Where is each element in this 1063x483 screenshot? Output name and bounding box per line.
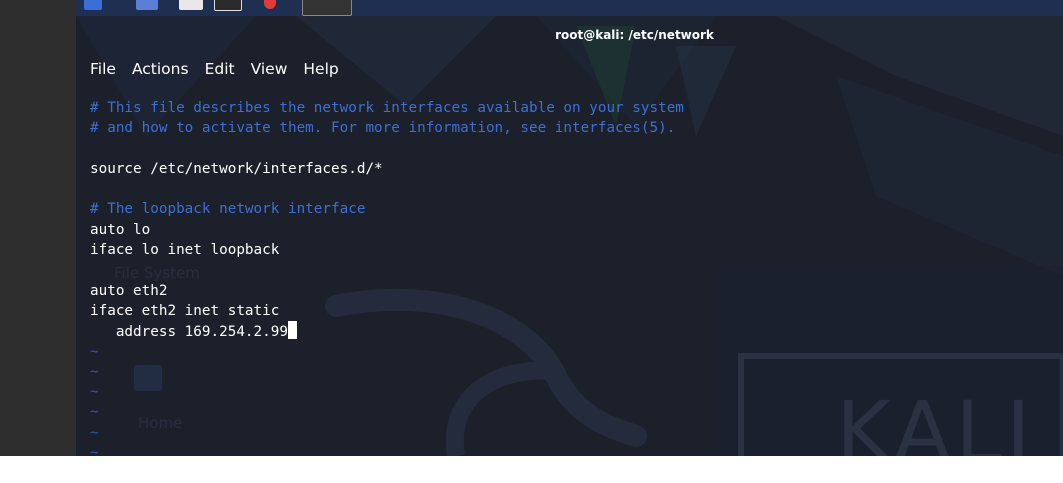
line-text: auto eth2 [90,282,168,299]
empty-line-marker: ~ [90,402,684,422]
comment-line: # This file describes the network interf… [90,98,684,118]
line-text: auto lo [90,221,151,238]
empty-line-marker: ~ [90,443,684,456]
menu-actions[interactable]: Actions [132,58,189,80]
panel-app-icon[interactable] [136,0,158,10]
desktop-bottom-edge [0,456,1063,483]
code-line: iface eth2 inet static [90,301,684,321]
window-titlebar[interactable]: root@kali: /etc/network [76,16,1063,50]
menu-edit[interactable]: Edit [205,58,235,80]
line-text: ~ [90,445,99,456]
line-text: # This file describes the network interf… [90,100,684,116]
comment-line: # The loopback network interface [90,199,684,219]
line-text: ~ [90,384,99,401]
code-line: auto eth2 [90,281,684,301]
code-line: address 169.254.2.99 [90,321,684,341]
empty-line-marker: ~ [90,382,684,402]
empty-line-marker: ~ [90,342,684,362]
empty-line-marker: ~ [90,362,684,382]
code-line: iface lo inet loopback [90,240,684,260]
line-text: # and how to activate them. For more inf… [90,120,676,137]
panel-app-icon[interactable] [179,0,203,10]
comment-line: # and how to activate them. For more inf… [90,118,684,138]
vim-editor[interactable]: # This file describes the network interf… [90,98,684,456]
empty-line-marker: ~ [90,423,684,443]
menu-file[interactable]: File [90,58,116,80]
terminal-window[interactable]: KALI File System Home root@kali: /etc/ne… [76,16,1063,456]
menu-bar: File Actions Edit View Help [90,58,355,80]
line-text: iface eth2 inet static [90,302,280,319]
line-text: ~ [90,404,99,421]
wallpaper-kali-text: KALI [836,383,1035,456]
menu-view[interactable]: View [251,58,288,80]
line-text: address 169.254.2.99 [90,324,288,341]
desktop-top-panel [76,0,1063,16]
text-cursor [287,321,297,340]
desktop-left-strip [0,0,76,483]
panel-app-icon[interactable] [84,0,102,10]
line-text: iface lo inet loopback [90,242,280,259]
panel-browser-icon[interactable] [264,0,276,9]
code-line: auto lo [90,220,684,240]
line-text: ~ [90,343,99,360]
line-text: ~ [90,424,99,441]
line-text: ~ [90,363,99,380]
window-title: root@kali: /etc/network [555,28,714,42]
line-text: source /etc/network/interfaces.d/* [90,160,383,177]
panel-terminal-icon[interactable] [214,0,242,11]
code-line: source /etc/network/interfaces.d/* [90,159,684,179]
panel-window-button[interactable] [302,0,352,16]
menu-help[interactable]: Help [303,58,338,80]
line-text: # The loopback network interface [90,201,366,218]
